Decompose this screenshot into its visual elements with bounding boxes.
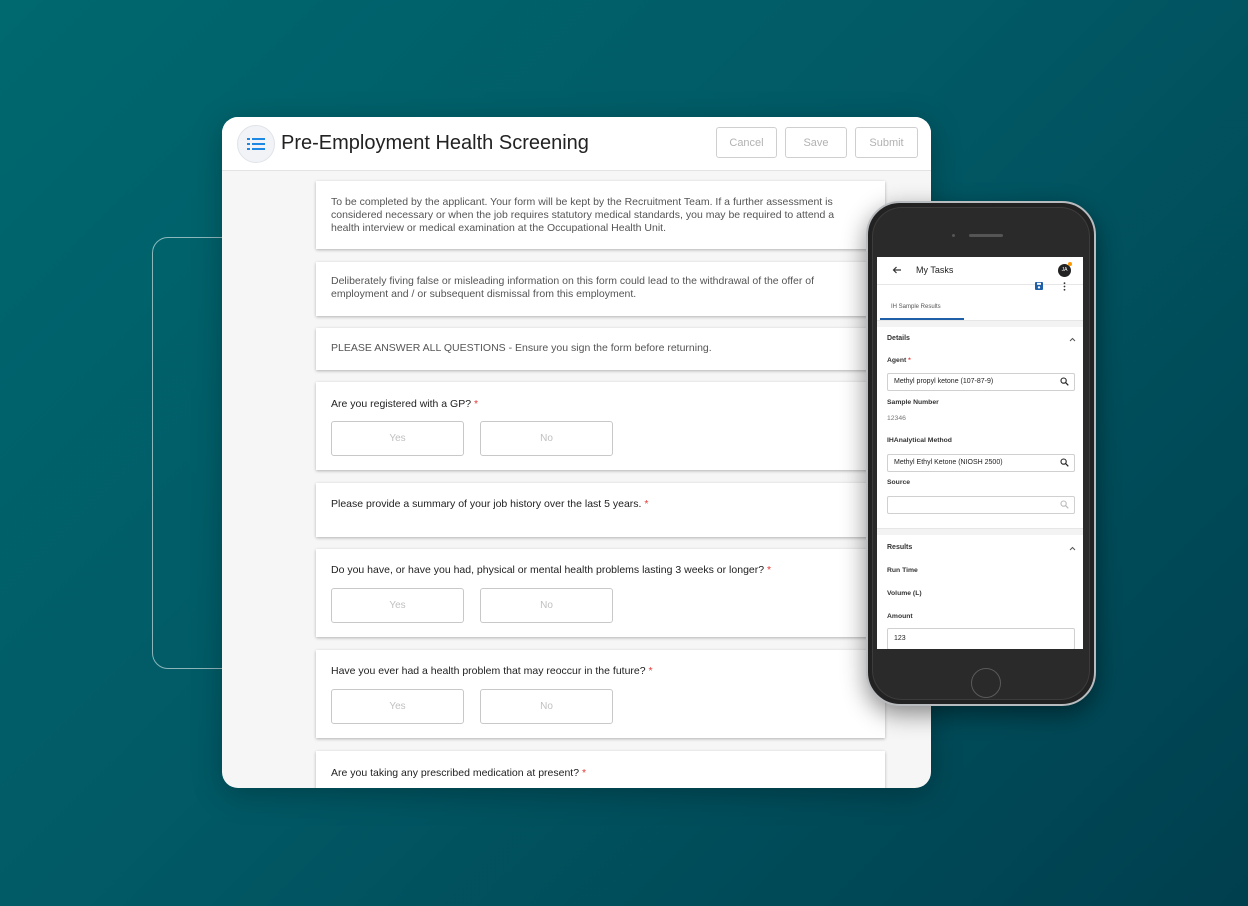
required-marker: *: [474, 398, 479, 410]
question-text: Please provide a summary of your job his…: [331, 498, 642, 510]
search-icon[interactable]: [1060, 458, 1069, 467]
results-section-title: Results: [887, 544, 913, 551]
instruction-text: PLEASE ANSWER ALL QUESTIONS - Ensure you…: [331, 342, 712, 354]
list-icon: [247, 138, 265, 150]
question-card-health-problems: Do you have, or have you had, physical o…: [316, 549, 885, 637]
chevron-up-icon[interactable]: [1069, 546, 1076, 551]
agent-field[interactable]: Methyl propyl ketone (107-87-9): [887, 373, 1075, 391]
divider: [877, 284, 1083, 285]
submit-button[interactable]: Submit: [855, 127, 918, 158]
section-gap: [877, 528, 1083, 535]
intro-card: To be completed by the applicant. Your f…: [316, 181, 885, 249]
required-marker: *: [581, 767, 587, 779]
question-text: Do you have, or have you had, physical o…: [331, 564, 765, 576]
no-button[interactable]: No: [480, 588, 613, 623]
question-text: Have you ever had a health problem that …: [331, 665, 646, 677]
question-card-job-history[interactable]: Please provide a summary of your job his…: [316, 483, 885, 537]
required-marker: *: [644, 498, 649, 510]
amount-field[interactable]: 123: [887, 628, 1075, 649]
cancel-button[interactable]: Cancel: [716, 127, 777, 158]
question-text: Are you registered with a GP?: [331, 398, 472, 410]
back-arrow-icon[interactable]: [892, 266, 902, 274]
no-button[interactable]: No: [480, 689, 613, 724]
page-title: Pre-Employment Health Screening: [281, 132, 589, 154]
run-time-label: Run Time: [887, 567, 918, 574]
source-label: Source: [887, 479, 911, 486]
warning-text: Deliberately fiving false or misleading …: [331, 275, 815, 300]
yes-button[interactable]: Yes: [331, 588, 464, 623]
amount-label: Amount: [887, 613, 913, 620]
speaker: [969, 234, 1003, 237]
question-card-gp: Are you registered with a GP? * Yes No: [316, 382, 885, 470]
amount-value: 123: [894, 635, 906, 642]
more-vert-icon[interactable]: [1063, 282, 1066, 291]
source-field[interactable]: [887, 496, 1075, 514]
camera: [952, 234, 955, 237]
sample-number-label: Sample Number: [887, 399, 939, 406]
home-button[interactable]: [971, 668, 1001, 698]
question-card-medication: Are you taking any prescribed medication…: [316, 751, 885, 788]
question-label: Are you registered with a GP? *: [331, 398, 863, 411]
question-text: Are you taking any prescribed medication…: [331, 767, 580, 779]
search-icon[interactable]: [1060, 377, 1069, 386]
required-marker: *: [648, 665, 653, 677]
method-label: IHAnalytical Method: [887, 437, 952, 444]
question-label: Have you ever had a health problem that …: [331, 665, 863, 678]
save-icon[interactable]: [1035, 282, 1043, 290]
method-value: Methyl Ethyl Ketone (NIOSH 2500): [894, 459, 1003, 466]
question-card-reoccur: Have you ever had a health problem that …: [316, 650, 885, 738]
required-marker: *: [767, 564, 772, 576]
section-gap: [877, 321, 1083, 327]
sample-number-value: 12346: [887, 415, 906, 422]
volume-label: Volume (L): [887, 590, 922, 597]
mobile-screen: My Tasks JA IH Sample Results Details Ag…: [877, 257, 1083, 649]
search-icon[interactable]: [1060, 500, 1069, 509]
question-label: Do you have, or have you had, physical o…: [331, 564, 863, 577]
method-field[interactable]: Methyl Ethyl Ketone (NIOSH 2500): [887, 454, 1075, 472]
agent-label: Agent *: [887, 357, 911, 364]
question-label: Are you taking any prescribed medication…: [331, 767, 863, 780]
chevron-up-icon[interactable]: [1069, 337, 1076, 342]
intro-text: To be completed by the applicant. Your f…: [331, 196, 835, 234]
form-window: Pre-Employment Health Screening Cancel S…: [222, 117, 931, 788]
yes-button[interactable]: Yes: [331, 689, 464, 724]
question-label: Please provide a summary of your job his…: [331, 498, 863, 511]
agent-value: Methyl propyl ketone (107-87-9): [894, 378, 994, 385]
mobile-title: My Tasks: [916, 265, 954, 275]
form-header: Pre-Employment Health Screening Cancel S…: [222, 117, 931, 171]
menu-button[interactable]: [237, 125, 275, 163]
tab-ih-sample-results[interactable]: IH Sample Results: [891, 304, 941, 310]
instruction-card: PLEASE ANSWER ALL QUESTIONS - Ensure you…: [316, 328, 885, 370]
notification-dot: [1068, 262, 1072, 266]
yes-button[interactable]: Yes: [331, 421, 464, 456]
warning-card: Deliberately fiving false or misleading …: [316, 262, 885, 316]
details-section-title: Details: [887, 335, 910, 342]
save-button[interactable]: Save: [785, 127, 847, 158]
no-button[interactable]: No: [480, 421, 613, 456]
